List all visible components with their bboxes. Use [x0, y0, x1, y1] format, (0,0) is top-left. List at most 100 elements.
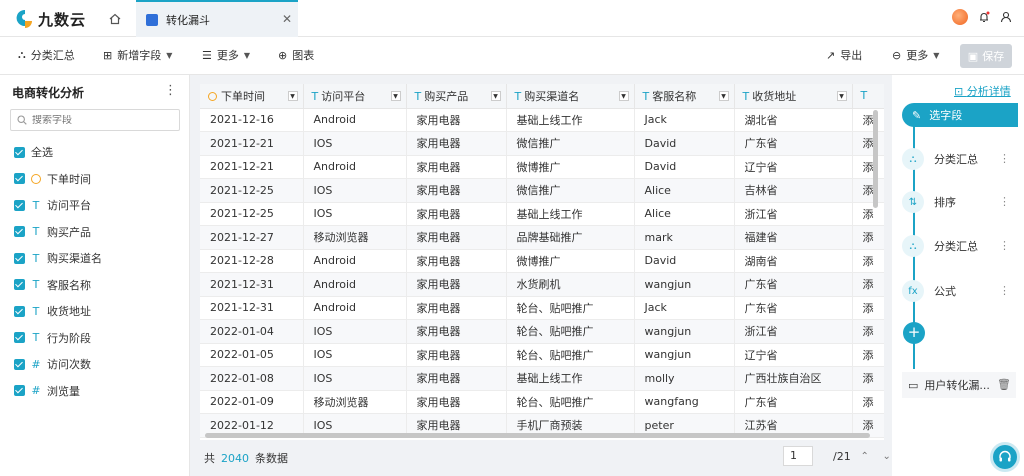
table-cell[interactable]: 家用电器 [406, 296, 507, 320]
table-cell[interactable]: 添 [852, 178, 884, 203]
table-cell[interactable]: 家用电器 [406, 343, 507, 367]
trash-icon[interactable]: 🗑 [997, 378, 1011, 391]
more-vertical-icon[interactable]: ⋮ [999, 152, 1010, 165]
table-cell[interactable]: wangjun [634, 343, 735, 367]
table-cell[interactable]: 添 [852, 202, 884, 226]
table-cell[interactable]: IOS [303, 202, 407, 226]
table-cell[interactable]: 添 [852, 272, 884, 297]
table-cell[interactable]: 浙江省 [734, 202, 853, 226]
table-row[interactable]: 2022-01-05 IOS 家用电器 轮台、贴吧推广 wangjun 辽宁省添 [200, 343, 884, 367]
table-cell[interactable]: 家用电器 [406, 249, 507, 273]
select-all-item[interactable]: 全选 [14, 139, 102, 166]
table-cell[interactable]: 添 [852, 155, 884, 179]
column-header-product[interactable]: T 购买产品 ▼ [406, 84, 507, 109]
more-menu-right[interactable]: ⊖ 更多 ▼ [892, 47, 939, 63]
table-cell[interactable]: 广东省 [734, 272, 853, 297]
table-cell[interactable]: 添 [852, 296, 884, 320]
table-row[interactable]: 2021-12-31 Android 家用电器 水货刷机 wangjun 广东省添 [200, 272, 884, 297]
column-dropdown-icon[interactable]: ▼ [287, 91, 298, 101]
table-cell[interactable]: 湖北省 [734, 108, 853, 132]
table-cell[interactable]: mark [634, 225, 735, 250]
close-icon[interactable]: ✕ [282, 12, 292, 26]
column-dropdown-icon[interactable]: ▼ [618, 91, 629, 101]
table-cell[interactable]: 2021-12-21 [200, 155, 304, 179]
table-cell[interactable]: Android [303, 155, 407, 179]
help-chat-button[interactable] [990, 442, 1020, 472]
checkbox[interactable] [14, 252, 25, 264]
table-cell[interactable]: 家用电器 [406, 319, 507, 344]
vertical-scrollbar[interactable] [873, 110, 878, 208]
table-cell[interactable]: 家用电器 [406, 390, 507, 414]
column-dropdown-icon[interactable]: ▼ [390, 91, 401, 101]
table-cell[interactable]: 广东省 [734, 131, 853, 156]
table-cell[interactable]: Android [303, 249, 407, 273]
table-cell[interactable]: 福建省 [734, 225, 853, 250]
table-cell[interactable]: 2021-12-27 [200, 225, 304, 250]
table-row[interactable]: 2021-12-25 IOS 家用电器 基础上线工作 Alice 浙江省添 [200, 202, 884, 226]
table-cell[interactable]: IOS [303, 366, 407, 391]
table-cell[interactable]: 2021-12-31 [200, 272, 304, 297]
table-cell[interactable]: wangfang [634, 390, 735, 414]
table-cell[interactable]: David [634, 131, 735, 156]
table-cell[interactable]: David [634, 249, 735, 273]
home-button[interactable] [100, 0, 130, 37]
table-cell[interactable]: 微信推广 [506, 131, 635, 156]
table-cell[interactable]: 轮台、贴吧推广 [506, 319, 635, 344]
table-row[interactable]: 2022-01-04 IOS 家用电器 轮台、贴吧推广 wangjun 浙江省添 [200, 319, 884, 344]
field-item[interactable]: T 访问平台 [14, 192, 102, 219]
analysis-detail-link[interactable]: ⊡ 分析详情 [954, 83, 1011, 99]
table-cell[interactable]: 基础上线工作 [506, 366, 635, 391]
bell-icon[interactable] [978, 11, 990, 23]
table-row[interactable]: 2021-12-27 移动浏览器 家用电器 品牌基础推广 mark 福建省添 [200, 225, 884, 250]
checkbox[interactable] [14, 332, 25, 344]
more-vertical-icon[interactable]: ⋮ [999, 239, 1010, 252]
step-group-summary[interactable]: ⛬ 分类汇总 ⋮ [902, 147, 1016, 171]
table-cell[interactable]: molly [634, 366, 735, 391]
table-cell[interactable]: 品牌基础推广 [506, 225, 635, 250]
table-cell[interactable]: 2022-01-08 [200, 366, 304, 391]
table-cell[interactable]: 家用电器 [406, 225, 507, 250]
table-cell[interactable]: 吉林省 [734, 178, 853, 203]
checkbox[interactable] [14, 173, 25, 185]
more-vertical-icon[interactable]: ⋮ [164, 83, 177, 98]
table-cell[interactable]: Android [303, 272, 407, 297]
table-cell[interactable]: 广东省 [734, 296, 853, 320]
add-field-button[interactable]: ⊞ 新增字段 ▼ [103, 47, 172, 63]
table-cell[interactable]: 基础上线工作 [506, 202, 635, 226]
export-button[interactable]: ↗ 导出 [826, 47, 862, 63]
table-cell[interactable]: 湖南省 [734, 249, 853, 273]
field-item[interactable]: 下单时间 [14, 166, 102, 193]
table-cell[interactable]: 2021-12-31 [200, 296, 304, 320]
step-formula[interactable]: fx 公式 ⋮ [902, 279, 1016, 303]
column-header-agent[interactable]: T 客服名称 ▼ [634, 84, 735, 109]
table-cell[interactable]: Android [303, 296, 407, 320]
column-header-order-time[interactable]: 下单时间 ▼ [200, 84, 304, 109]
column-header-address[interactable]: T 收货地址 ▼ [734, 84, 853, 109]
field-item[interactable]: T 收货地址 [14, 298, 102, 325]
table-cell[interactable]: IOS [303, 178, 407, 203]
checkbox[interactable] [14, 358, 25, 370]
table-cell[interactable]: 轮台、贴吧推广 [506, 390, 635, 414]
table-row[interactable]: 2021-12-16 Android 家用电器 基础上线工作 Jack 湖北省添 [200, 108, 884, 132]
horizontal-scrollbar[interactable] [205, 433, 870, 438]
table-cell[interactable]: 2022-01-09 [200, 390, 304, 414]
table-cell[interactable]: wangjun [634, 319, 735, 344]
table-cell[interactable]: David [634, 155, 735, 179]
column-dropdown-icon[interactable]: ▼ [836, 91, 847, 101]
table-cell[interactable]: 2021-12-25 [200, 178, 304, 203]
table-cell[interactable]: 家用电器 [406, 131, 507, 156]
table-cell[interactable]: Jack [634, 108, 735, 132]
table-cell[interactable]: 微博推广 [506, 249, 635, 273]
search-input[interactable] [32, 114, 172, 126]
column-dropdown-icon[interactable]: ▼ [718, 91, 729, 101]
table-cell[interactable]: 辽宁省 [734, 155, 853, 179]
field-item[interactable]: # 访问次数 [14, 351, 102, 378]
table-cell[interactable]: Alice [634, 178, 735, 203]
field-search[interactable] [10, 109, 180, 131]
tab-conversion-funnel[interactable]: 转化漏斗 ✕ [136, 0, 298, 37]
column-header-channel[interactable]: T 购买渠道名 ▼ [506, 84, 635, 109]
user-icon[interactable] [1000, 11, 1012, 23]
table-cell[interactable]: 家用电器 [406, 108, 507, 132]
add-step-button[interactable]: + [903, 322, 925, 344]
table-row[interactable]: 2022-01-09 移动浏览器 家用电器 轮台、贴吧推广 wangfang 广东省添 [200, 390, 884, 414]
